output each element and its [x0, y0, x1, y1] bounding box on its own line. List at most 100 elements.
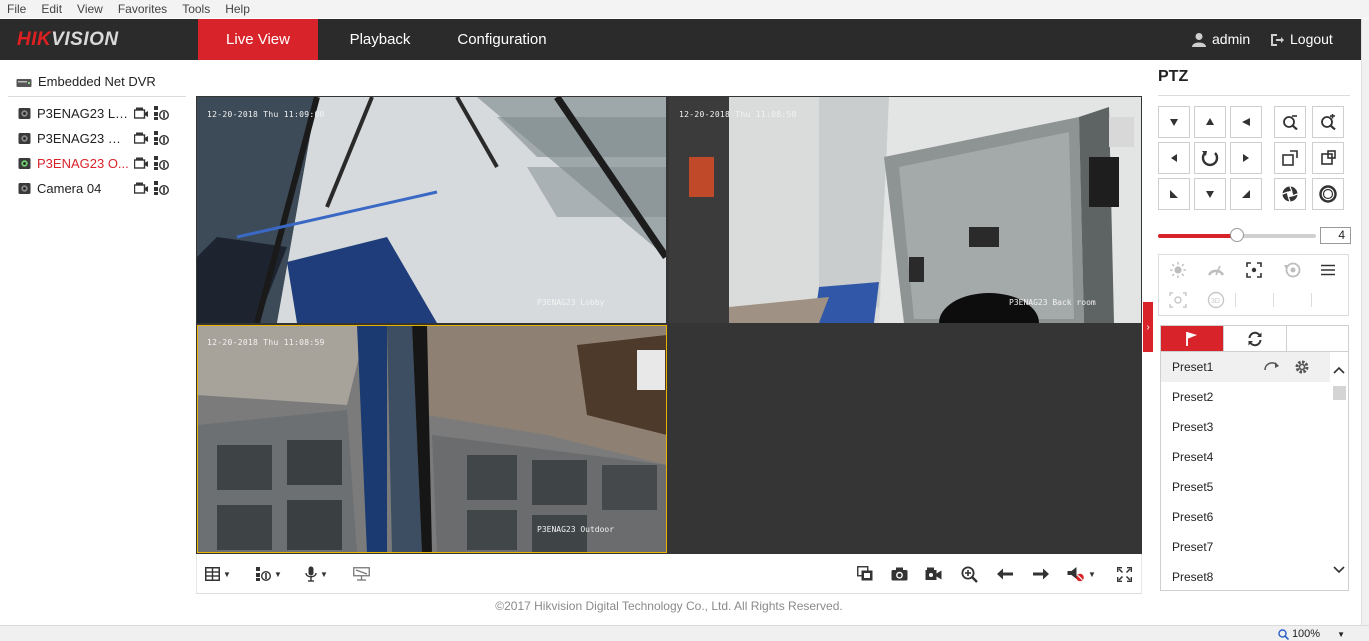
menu-edit[interactable]: Edit [34, 0, 70, 18]
camera-name: Camera 04 [37, 180, 102, 196]
preset-item[interactable]: Preset1 [1161, 352, 1331, 382]
auxiliary-focus-button[interactable] [1235, 255, 1273, 285]
ptz-down-button[interactable] [1194, 178, 1226, 210]
record-icon[interactable] [133, 130, 149, 146]
ptz-control-icon[interactable] [153, 105, 169, 121]
ptz-up-left-button[interactable] [1158, 106, 1190, 138]
preset-item[interactable]: Preset7 [1161, 532, 1331, 562]
menu-view[interactable]: View [70, 0, 111, 18]
3d-zoom-button[interactable]: 3D [1197, 285, 1235, 315]
preset-item[interactable]: Preset5 [1161, 472, 1331, 502]
osd-camera-name: P3ENAG23 Back room [1009, 298, 1096, 307]
zoom-out-button[interactable] [1274, 106, 1306, 138]
camera-name: P3ENAG23 O... [37, 155, 129, 171]
ptz-speed-slider[interactable] [1158, 228, 1316, 242]
iris-close-button[interactable] [1274, 178, 1306, 210]
call-preset-icon[interactable] [1264, 360, 1280, 375]
ptz-down-left-button[interactable] [1158, 178, 1190, 210]
stream-icon [256, 567, 271, 581]
ptz-control-icon[interactable] [153, 180, 169, 196]
preset-item[interactable]: Preset3 [1161, 412, 1331, 442]
speed-slider-thumb[interactable] [1230, 228, 1244, 242]
logout-button[interactable]: Logout [1270, 19, 1333, 60]
ptz-right-button[interactable] [1230, 142, 1262, 174]
tree-camera-item[interactable]: P3ENAG23 O... [18, 153, 178, 173]
record-button[interactable] [925, 564, 942, 584]
ptz-aux-functions: 3D [1158, 254, 1349, 316]
chevron-down-icon[interactable] [1333, 566, 1345, 574]
user-account[interactable]: admin [1192, 19, 1250, 60]
ezoom-button[interactable] [353, 564, 370, 584]
more-menu-button[interactable] [1309, 255, 1347, 285]
gear-icon[interactable] [1294, 359, 1310, 378]
lens-initialization-button[interactable] [1273, 255, 1311, 285]
dvr-icon [16, 78, 32, 87]
arrow-down-left-icon [1170, 190, 1178, 198]
device-root[interactable]: Embedded Net DVR [16, 74, 156, 89]
tree-camera-item[interactable]: Camera 04 [18, 178, 178, 198]
light-button[interactable] [1159, 255, 1197, 285]
ptz-up-button[interactable] [1194, 106, 1226, 138]
scrollbar-thumb[interactable] [1333, 386, 1346, 400]
video-pane-back-room[interactable]: 12-20-2018 Thu 11:08:58 P3ENAG23 Back ro… [669, 97, 1141, 323]
video-pane-outdoor[interactable]: 12-20-2018 Thu 11:08:59 P3ENAG23 Outdoor [197, 325, 667, 553]
record-icon[interactable] [133, 155, 149, 171]
tab-playback[interactable]: Playback [330, 19, 430, 60]
preset-label: Preset2 [1172, 390, 1214, 404]
tab-presets[interactable] [1161, 326, 1224, 351]
zoom-in-button[interactable] [1312, 106, 1344, 138]
ptz-down-right-button[interactable] [1230, 178, 1262, 210]
video-frame-back-room [669, 97, 1141, 323]
focus-near-button[interactable] [1274, 142, 1306, 174]
ptz-control-icon[interactable] [153, 130, 169, 146]
manual-tracking-button[interactable] [1159, 285, 1197, 315]
zoom-level-label: 100% [1291, 628, 1321, 640]
preset-item[interactable]: Preset2 [1161, 382, 1331, 412]
iris-open-button[interactable] [1312, 178, 1344, 210]
previous-page-button[interactable] [997, 564, 1013, 584]
preset-item[interactable]: Preset6 [1161, 502, 1331, 532]
window-scrollbar[interactable] [1361, 19, 1369, 625]
chevron-down-icon[interactable]: ▼ [1337, 630, 1345, 639]
preset-item[interactable]: Preset4 [1161, 442, 1331, 472]
preset-item[interactable]: Preset8 [1161, 562, 1331, 590]
arrow-left-icon [997, 568, 1013, 580]
record-icon[interactable] [133, 105, 149, 121]
ptz-collapse-toggle[interactable]: › [1143, 302, 1153, 352]
ptz-auto-scan-button[interactable] [1194, 142, 1226, 174]
stream-type-button[interactable]: ▼ [255, 564, 282, 584]
volume-button[interactable]: ▼ [1067, 564, 1096, 584]
next-page-button[interactable] [1033, 564, 1049, 584]
menu-icon [1321, 264, 1335, 276]
menu-favorites[interactable]: Favorites [111, 0, 175, 18]
tab-patrol[interactable] [1224, 326, 1287, 351]
tree-camera-item[interactable]: P3ENAG23 Lo... [18, 103, 178, 123]
window-layout-button[interactable]: ▼ [205, 564, 231, 584]
capture-button[interactable] [891, 564, 908, 584]
ptz-up-right-button[interactable] [1230, 106, 1262, 138]
ptz-speed-value: 4 [1320, 227, 1351, 244]
fullscreen-button[interactable] [1117, 564, 1132, 584]
menu-file[interactable]: File [0, 0, 34, 18]
focus-far-button[interactable] [1312, 142, 1344, 174]
ptz-control-icon[interactable] [153, 155, 169, 171]
osd-timestamp: 12-20-2018 Thu 11:08:59 [207, 338, 325, 347]
tab-pattern[interactable] [1287, 326, 1350, 351]
video-frame-lobby [197, 97, 666, 323]
wiper-button[interactable] [1197, 255, 1235, 285]
zoom-level-control[interactable]: 100% ▼ [1278, 628, 1345, 640]
preset-list-scrollbar[interactable] [1330, 352, 1348, 590]
chevron-up-icon[interactable] [1333, 366, 1345, 374]
menu-tools[interactable]: Tools [175, 0, 218, 18]
video-pane-empty[interactable] [669, 325, 1141, 553]
menu-help[interactable]: Help [218, 0, 258, 18]
ptz-left-button[interactable] [1158, 142, 1190, 174]
tree-camera-item[interactable]: P3ENAG23 Ba... [18, 128, 178, 148]
record-icon[interactable] [133, 180, 149, 196]
tab-configuration[interactable]: Configuration [448, 19, 556, 60]
video-pane-lobby[interactable]: 12-20-2018 Thu 11:09:00 P3ENAG23 Lobby [197, 97, 666, 323]
audio-talk-button[interactable]: ▼ [305, 564, 328, 584]
tab-live-view[interactable]: Live View [198, 19, 318, 60]
stop-all-preview-button[interactable] [857, 564, 874, 584]
digital-zoom-button[interactable] [961, 564, 978, 584]
